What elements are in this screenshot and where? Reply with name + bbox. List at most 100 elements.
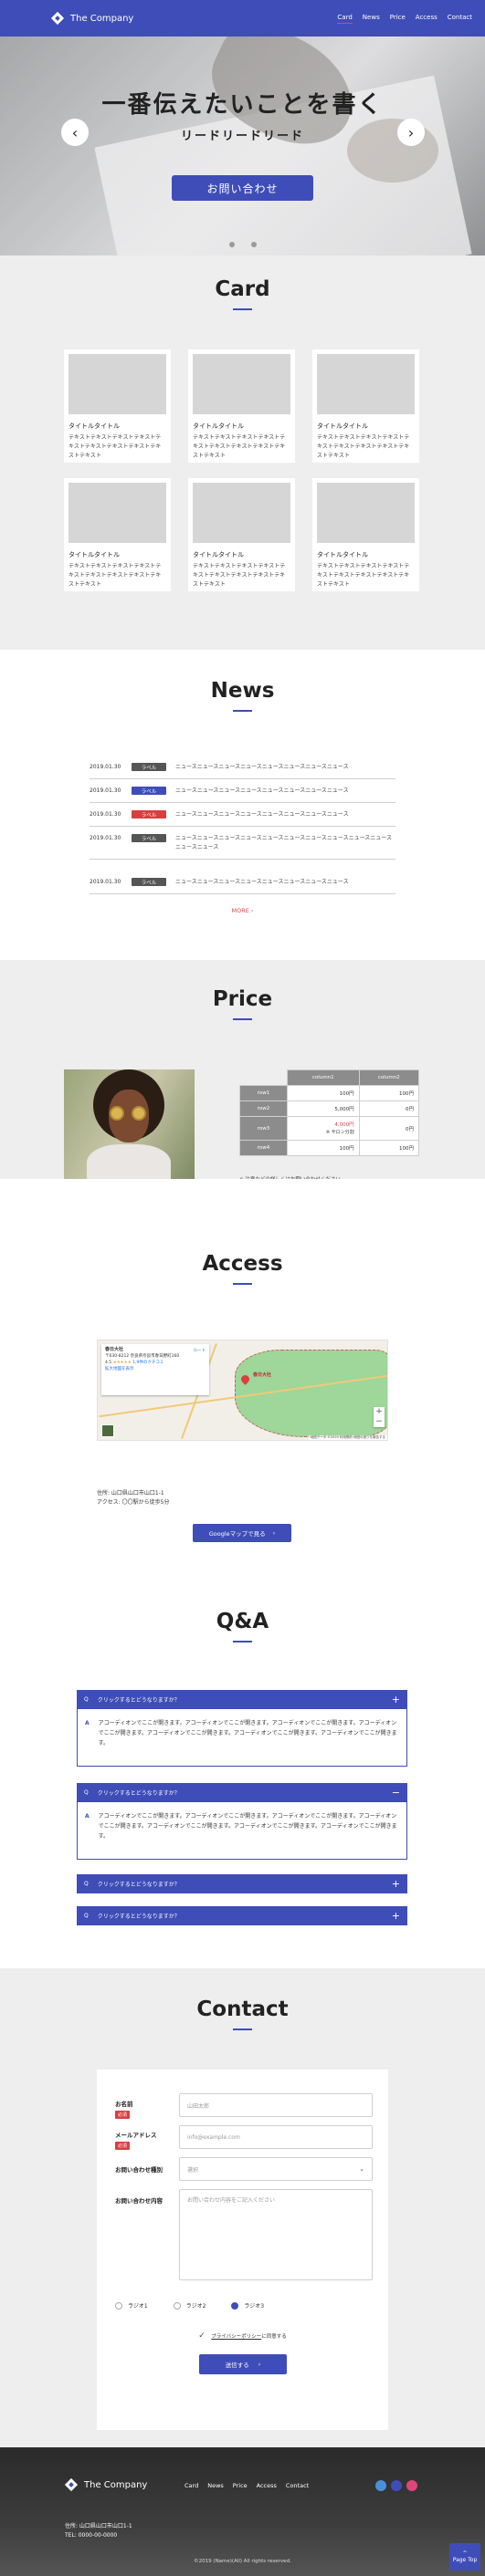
- qa-answer: A アコーディオンでここが開きます。アコーディオンでここが開きます。アコーディオ…: [77, 1709, 407, 1767]
- card-title: タイトルタイトル: [69, 551, 120, 558]
- news-more-link[interactable]: MORE ›: [0, 907, 485, 914]
- nav-access[interactable]: Access: [416, 14, 438, 24]
- card-title: タイトルタイトル: [193, 422, 244, 430]
- type-select[interactable]: 選択 ⌄: [179, 2157, 373, 2181]
- privacy-consent[interactable]: ✓ プライバシーポリシーに同意する: [97, 2332, 388, 2341]
- price-table-row: row3 4,000円 ※ サロン分割 0円: [239, 1116, 420, 1141]
- news-label-badge: ラベル: [132, 834, 166, 842]
- google-map[interactable]: 春日大社 春日大社 〒630-8212 奈良県奈良市春日野町160 4.5 ★★…: [97, 1340, 388, 1441]
- global-nav: Card News Price Access Contact: [337, 14, 472, 24]
- qa-answer-text: アコーディオンでここが開きます。アコーディオンでここが開きます。アコーディオンで…: [98, 1720, 397, 1747]
- footer-nav-contact[interactable]: Contact: [286, 2482, 309, 2489]
- nav-price[interactable]: Price: [390, 14, 406, 24]
- card-image: [193, 483, 290, 543]
- card-section-title: Card: [215, 277, 270, 301]
- qa-question[interactable]: Q クリックするとどうなりますか？ +: [77, 1690, 407, 1709]
- footer-logo[interactable]: The Company: [65, 2478, 147, 2491]
- qa-question[interactable]: Q クリックするとどうなりますか？ −: [77, 1783, 407, 1802]
- site-logo[interactable]: The Company: [51, 12, 133, 25]
- section-underline: [233, 308, 252, 310]
- slider-dot[interactable]: [228, 242, 235, 247]
- news-item[interactable]: 2019.01.30 ラベル ニュースニュースニュースニュースニュースニュースニ…: [90, 834, 395, 860]
- type-label: お問い合わせ種別: [115, 2166, 163, 2174]
- news-date: 2019.01.30: [90, 811, 121, 818]
- message-textarea[interactable]: お問い合わせ内容をご記入ください: [179, 2189, 373, 2280]
- qa-section-title: Q&A: [216, 1610, 269, 1633]
- footer-nav-card[interactable]: Card: [185, 2482, 198, 2489]
- footer-nav-price[interactable]: Price: [233, 2482, 248, 2489]
- price-row-header: row3: [239, 1116, 288, 1141]
- google-map-button[interactable]: Googleマップで見る ›: [193, 1524, 291, 1542]
- card-item[interactable]: タイトルタイトル テキストテキストテキストテキストテキストテキストテキストテキス…: [188, 349, 295, 463]
- map-zoom-control: + −: [374, 1407, 385, 1427]
- radio-option-3[interactable]: ラジオ3: [231, 2301, 264, 2310]
- news-item[interactable]: 2019.01.30 ラベル ニュースニュースニュースニュースニュースニュースニ…: [90, 787, 395, 803]
- qa-question[interactable]: Q クリックするとどうなりますか？ +: [77, 1874, 407, 1893]
- section-underline: [233, 1283, 252, 1285]
- slider-next-arrow-icon[interactable]: ›: [397, 119, 425, 146]
- a-mark: A: [85, 1813, 90, 1820]
- chevron-right-icon: ›: [272, 1529, 276, 1537]
- map-larger-link[interactable]: 拡大地図を表示: [105, 1367, 134, 1371]
- name-field[interactable]: 山田太郎: [179, 2093, 373, 2117]
- photo-coin: [110, 1106, 124, 1121]
- name-placeholder: 山田太郎: [187, 2102, 210, 2110]
- news-text: ニュースニュースニュースニュースニュースニュースニュースニュースニュースニュース…: [175, 835, 393, 850]
- card-item[interactable]: タイトルタイトル テキストテキストテキストテキストテキストテキストテキストテキス…: [188, 478, 295, 591]
- email-field[interactable]: info@example.com: [179, 2125, 373, 2149]
- q-mark: Q: [84, 1696, 89, 1703]
- checkbox-checked-icon[interactable]: ✓: [198, 2332, 206, 2341]
- nav-news[interactable]: News: [363, 14, 380, 24]
- facebook-icon[interactable]: [391, 2480, 402, 2491]
- logo-mark-icon: [65, 2478, 78, 2491]
- news-item[interactable]: 2019.01.30 ラベル ニュースニュースニュースニュースニュースニュースニ…: [90, 763, 395, 779]
- submit-button[interactable]: 送信する ›: [199, 2354, 287, 2374]
- price-table-corner: [240, 1070, 288, 1086]
- zoom-in-icon[interactable]: +: [374, 1407, 385, 1417]
- radio-option-1[interactable]: ラジオ1: [115, 2301, 148, 2310]
- map-reviews-link[interactable]: 1,9件のクチコミ: [132, 1361, 163, 1365]
- footer-nav-news[interactable]: News: [207, 2482, 224, 2489]
- price-cell-note: ※ サロン分割: [325, 1129, 354, 1135]
- privacy-policy-link[interactable]: プライバシーポリシー: [211, 2334, 261, 2340]
- news-label-badge: ラベル: [132, 763, 166, 771]
- qa-question[interactable]: Q クリックするとどうなりますか？ +: [77, 1906, 407, 1925]
- nav-contact[interactable]: Contact: [448, 14, 472, 24]
- card-item[interactable]: タイトルタイトル テキストテキストテキストテキストテキストテキストテキストテキス…: [64, 349, 171, 463]
- radio-option-2[interactable]: ラジオ2: [173, 2301, 206, 2310]
- chevron-right-icon: ›: [258, 2361, 261, 2368]
- slider-dot[interactable]: [250, 242, 257, 247]
- hero-contact-button[interactable]: お問い合わせ: [172, 175, 313, 201]
- email-placeholder: info@example.com: [187, 2133, 240, 2141]
- price-photo: [64, 1069, 195, 1179]
- card-image: [69, 354, 166, 414]
- footer-nav-access[interactable]: Access: [257, 2482, 277, 2489]
- hero-title: 一番伝えたいことを書く: [101, 91, 384, 119]
- a-mark: A: [85, 1720, 90, 1726]
- news-label-badge: ラベル: [132, 810, 166, 819]
- price-cell: 4,000円 ※ サロン分割: [287, 1116, 360, 1141]
- radio-label: ラジオ3: [244, 2303, 265, 2310]
- instagram-icon[interactable]: [406, 2480, 417, 2491]
- qa-question-text: クリックするとどうなりますか？: [97, 1697, 180, 1704]
- qa-section: Q&A Q クリックするとどうなりますか？ + A アコーディオンでここが開きま…: [0, 1553, 485, 1968]
- nav-card[interactable]: Card: [337, 14, 353, 24]
- map-directions-link[interactable]: ルート: [194, 1348, 206, 1354]
- footer-address: 住所: 山口県山口市山口1-1 TEL: 0000-00-0000: [65, 2522, 132, 2540]
- slider-dot-active[interactable]: [239, 242, 246, 247]
- slider-prev-arrow-icon[interactable]: ‹: [61, 119, 89, 146]
- card-item[interactable]: タイトルタイトル テキストテキストテキストテキストテキストテキストテキストテキス…: [64, 478, 171, 591]
- page-top-button[interactable]: ^ Page Top: [449, 2543, 480, 2571]
- message-placeholder: お問い合わせ内容をご記入ください: [187, 2197, 276, 2204]
- news-section-title: News: [210, 679, 275, 703]
- card-item[interactable]: タイトルタイトル テキストテキストテキストテキストテキストテキストテキストテキス…: [312, 478, 419, 591]
- news-section: News 2019.01.30 ラベル ニュースニュースニュースニュースニュース…: [0, 650, 485, 960]
- twitter-icon[interactable]: [375, 2480, 386, 2491]
- plus-icon: +: [391, 1694, 400, 1705]
- map-satellite-thumbnail[interactable]: [101, 1424, 114, 1437]
- news-item[interactable]: 2019.01.30 ラベル ニュースニュースニュースニュースニュースニュースニ…: [90, 810, 395, 827]
- radio-label: ラジオ1: [128, 2303, 148, 2310]
- zoom-out-icon[interactable]: −: [374, 1417, 385, 1427]
- card-item[interactable]: タイトルタイトル テキストテキストテキストテキストテキストテキストテキストテキス…: [312, 349, 419, 463]
- news-item[interactable]: 2019.01.30 ラベル ニュースニュースニュースニュースニュースニュースニ…: [90, 878, 395, 894]
